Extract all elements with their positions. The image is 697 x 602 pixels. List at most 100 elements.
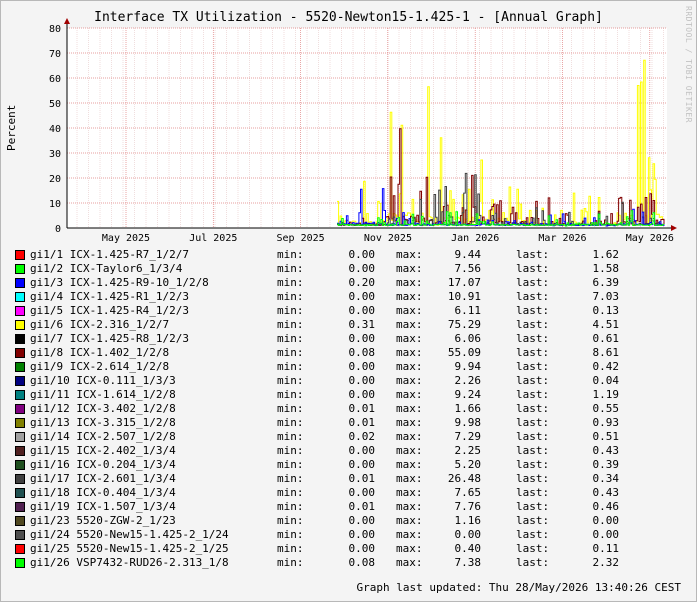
y-axis-arrow — [64, 18, 70, 24]
legend-label: gi1/23 5520-ZGW-2_1/23 — [30, 514, 176, 527]
min-value: 0.00 — [348, 248, 376, 261]
max-value: 9.94 — [454, 360, 482, 373]
y-tick-label: 70 — [49, 49, 61, 60]
last-label: last: — [516, 346, 550, 359]
legend-swatch — [15, 320, 25, 330]
min-label: min: — [277, 486, 304, 499]
y-tick-label: 0 — [55, 224, 61, 235]
min-value: 0.02 — [348, 430, 376, 443]
last-label: last: — [516, 416, 550, 429]
utilization-chart: May 2025 Jul 2025 Sep 2025 Nov 2025 Jan 2026… — [49, 18, 677, 244]
y-tick-label: 20 — [49, 174, 61, 185]
legend-label: gi1/15 ICX-2.402_1/3/4 — [30, 444, 176, 457]
min-label: min: — [277, 500, 304, 513]
legend-swatch — [15, 278, 25, 288]
last-value: 0.11 — [592, 542, 620, 555]
legend-swatch — [15, 306, 25, 316]
max-value: 1.16 — [454, 514, 482, 527]
x-tick-label: Jan 2026 — [451, 233, 499, 244]
last-label: last: — [516, 472, 550, 485]
max-value: 6.11 — [454, 304, 482, 317]
last-label: last: — [516, 556, 550, 569]
x-tick-label: May 2025 — [102, 233, 150, 244]
last-value: 0.46 — [592, 500, 620, 513]
max-label: max: — [396, 486, 423, 499]
legend-swatch — [15, 376, 25, 386]
min-value: 0.08 — [348, 346, 376, 359]
last-label: last: — [516, 402, 550, 415]
last-value: 0.00 — [592, 528, 620, 541]
last-value: 0.04 — [592, 374, 620, 387]
legend-swatch — [15, 516, 25, 526]
last-value: 2.32 — [592, 556, 620, 569]
x-tick-label: May 2026 — [626, 233, 674, 244]
min-label: min: — [277, 542, 304, 555]
legend-swatch — [15, 432, 25, 442]
legend-swatch — [15, 474, 25, 484]
min-value: 0.31 — [348, 318, 376, 331]
max-value: 6.06 — [454, 332, 482, 345]
y-tick-label: 60 — [49, 74, 61, 85]
min-value: 0.01 — [348, 500, 376, 513]
last-value: 0.43 — [592, 486, 620, 499]
legend-swatch — [15, 362, 25, 372]
max-label: max: — [396, 472, 423, 485]
min-label: min: — [277, 514, 304, 527]
last-updated: Graph last updated: Thu 28/May/2026 13:4… — [356, 581, 681, 594]
max-label: max: — [396, 346, 423, 359]
y-tick-label: 50 — [49, 99, 61, 110]
legend-label: gi1/10 ICX-0.111_1/3/3 — [30, 374, 176, 387]
min-label: min: — [277, 430, 304, 443]
min-value: 0.00 — [348, 528, 376, 541]
last-value: 0.13 — [592, 304, 620, 317]
max-label: max: — [396, 304, 423, 317]
last-label: last: — [516, 248, 550, 261]
max-value: 2.25 — [454, 444, 482, 457]
max-label: max: — [396, 360, 423, 373]
legend-swatch — [15, 292, 25, 302]
x-tick-label: Nov 2025 — [364, 233, 412, 244]
legend-label: gi1/11 ICX-1.614_1/2/8 — [30, 388, 176, 401]
y-tick-label: 40 — [49, 124, 61, 135]
last-label: last: — [516, 304, 550, 317]
max-label: max: — [396, 458, 423, 471]
legend-label: gi1/13 ICX-3.315_1/2/8 — [30, 416, 176, 429]
legend-swatch — [15, 558, 25, 568]
last-value: 0.43 — [592, 444, 620, 457]
max-label: max: — [396, 444, 423, 457]
last-value: 1.58 — [592, 262, 620, 275]
min-value: 0.00 — [348, 458, 376, 471]
last-label: last: — [516, 388, 550, 401]
legend-label: gi1/3 ICX-1.425-R9-10_1/2/8 — [30, 276, 209, 289]
last-label: last: — [516, 360, 550, 373]
min-value: 0.00 — [348, 332, 376, 345]
legend-label: gi1/14 ICX-2.507_1/2/8 — [30, 430, 176, 443]
last-value: 4.51 — [592, 318, 620, 331]
y-tick-label: 80 — [49, 24, 61, 35]
y-tick-label: 30 — [49, 149, 61, 160]
last-label: last: — [516, 276, 550, 289]
min-label: min: — [277, 346, 304, 359]
min-value: 0.00 — [348, 374, 376, 387]
max-label: max: — [396, 262, 423, 275]
last-value: 0.51 — [592, 430, 620, 443]
legend-swatch — [15, 404, 25, 414]
x-tick-label: Sep 2025 — [277, 233, 325, 244]
max-value: 9.44 — [454, 248, 482, 261]
legend-label: gi1/2 ICX-Taylor6_1/3/4 — [30, 262, 183, 275]
max-label: max: — [396, 416, 423, 429]
min-value: 0.00 — [348, 304, 376, 317]
legend-label: gi1/25 5520-New15-1.425-2_1/25 — [30, 542, 229, 555]
min-label: min: — [277, 304, 304, 317]
max-label: max: — [396, 248, 423, 261]
min-value: 0.00 — [348, 388, 376, 401]
x-axis-arrow — [671, 225, 677, 231]
min-value: 0.01 — [348, 402, 376, 415]
last-value: 6.39 — [592, 276, 620, 289]
max-value: 5.20 — [454, 458, 482, 471]
max-value: 7.65 — [454, 486, 482, 499]
legend-label: gi1/6 ICX-2.316_1/2/7 — [30, 318, 170, 331]
min-label: min: — [277, 388, 304, 401]
max-label: max: — [396, 290, 423, 303]
legend-label: gi1/19 ICX-1.507_1/3/4 — [30, 500, 176, 513]
